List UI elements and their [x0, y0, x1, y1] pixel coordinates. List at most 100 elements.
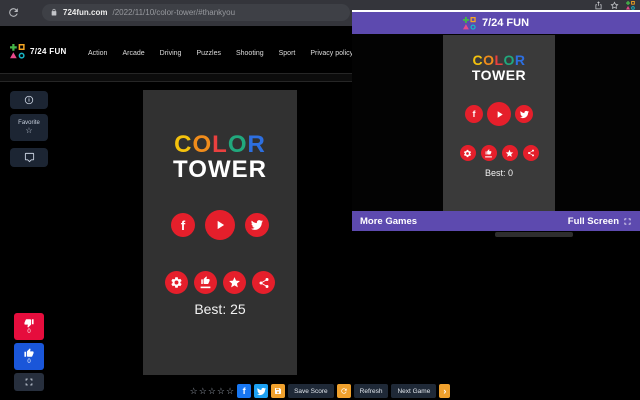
toolbar-facebook-button[interactable]: f	[237, 384, 252, 398]
info-icon	[24, 95, 34, 105]
title-letter: O	[192, 131, 213, 158]
url-path: /2022/11/10/color-tower/#thankyou	[112, 8, 236, 17]
like-count: 0	[27, 359, 31, 365]
nav-item-driving[interactable]: Driving	[160, 50, 182, 57]
star-icon	[505, 149, 514, 157]
next-game-arrow-button[interactable]: ›	[439, 384, 451, 398]
twitter-button[interactable]	[515, 105, 533, 123]
next-game-button[interactable]: Next Game	[391, 384, 437, 398]
rating-star-icon[interactable]: ☆	[217, 384, 225, 398]
extension-724fun-icon[interactable]	[626, 1, 635, 10]
nav-item-privacy-policy[interactable]: Privacy policy	[310, 50, 353, 57]
rating-star-icon[interactable]: ☆	[226, 384, 234, 398]
popup-game-frame: COLOR TOWER f Best: 0	[443, 35, 555, 211]
nav-item-action[interactable]: Action	[88, 50, 107, 57]
share-game-button[interactable]	[252, 271, 275, 294]
popup-options-row	[443, 145, 555, 161]
twitter-button[interactable]	[245, 213, 269, 237]
popup-best-score: Best: 0	[484, 168, 513, 178]
popup-social-row: f	[443, 102, 555, 126]
settings-button[interactable]	[165, 271, 188, 294]
extension-popup: 7/24 FUN COLOR TOWER f Best: 0 More Game…	[352, 10, 640, 231]
url-domain: 724fun.com	[63, 8, 108, 17]
title-letter: O	[503, 52, 515, 68]
popup-game-title-tower: TOWER	[471, 67, 527, 83]
play-icon	[497, 110, 503, 118]
title-letter: R	[247, 131, 266, 158]
title-letter: C	[472, 52, 484, 68]
rating-stars: ☆ ☆ ☆ ☆ ☆	[190, 384, 234, 398]
facebook-icon: f	[472, 108, 476, 119]
play-button[interactable]	[205, 210, 235, 240]
screen: 724fun.com/2022/11/10/color-tower/#thank…	[0, 0, 640, 400]
nav-item-arcade[interactable]: Arcade	[122, 50, 144, 57]
chevron-right-icon: ›	[443, 385, 447, 396]
popup-game-title: COLOR TOWER	[443, 53, 555, 83]
toolbar-twitter-button[interactable]	[254, 384, 269, 398]
nav-item-shooting[interactable]: Shooting	[236, 50, 264, 57]
popup-shadow-bar	[495, 232, 573, 237]
nav-item-sport[interactable]: Sport	[279, 50, 296, 57]
gear-icon	[463, 149, 472, 157]
facebook-button[interactable]: f	[465, 105, 483, 123]
comment-button[interactable]	[10, 148, 48, 167]
title-letter: O	[227, 131, 248, 158]
nav-item-puzzles[interactable]: Puzzles	[196, 50, 221, 57]
leaderboard-button[interactable]	[480, 145, 497, 161]
browser-actions	[594, 1, 635, 10]
bookmark-star-icon[interactable]	[610, 1, 619, 10]
facebook-button[interactable]: f	[171, 213, 195, 237]
game-frame: COLOR TOWER f Best: 25	[143, 90, 297, 375]
info-button[interactable]	[10, 91, 48, 109]
site-logo-icon	[10, 44, 25, 59]
share-icon[interactable]	[594, 1, 603, 10]
site-logo[interactable]: 7/24 FUN	[10, 44, 67, 59]
favorite-button[interactable]: Favorite ☆	[10, 114, 48, 141]
rating-star-icon[interactable]: ☆	[199, 384, 207, 398]
dislike-button[interactable]: 0	[14, 313, 44, 340]
share-game-button[interactable]	[522, 145, 539, 161]
share-nodes-icon	[259, 277, 268, 288]
popup-body: COLOR TOWER f Best: 0	[352, 34, 640, 211]
facebook-icon: f	[180, 217, 186, 233]
game-social-row: f	[143, 210, 297, 240]
refresh-icon	[340, 388, 347, 394]
facebook-icon: f	[242, 385, 246, 396]
like-button[interactable]: 0	[14, 343, 44, 370]
rate-button[interactable]	[223, 271, 246, 294]
popup-header: 7/24 FUN	[352, 12, 640, 34]
save-icon	[275, 388, 282, 394]
settings-button[interactable]	[459, 145, 476, 161]
address-bar[interactable]: 724fun.com/2022/11/10/color-tower/#thank…	[42, 4, 350, 21]
leaderboard-icon	[485, 148, 492, 157]
reload-icon-glyph	[9, 8, 18, 17]
full-screen-link[interactable]: Full Screen	[568, 216, 632, 227]
rating-star-icon[interactable]: ☆	[190, 384, 198, 398]
play-button[interactable]	[487, 102, 511, 126]
leaderboard-icon	[200, 276, 211, 289]
game-options-row	[143, 271, 297, 294]
popup-brand: 7/24 FUN	[481, 17, 530, 29]
expand-icon	[624, 218, 631, 224]
refresh-button[interactable]: Refresh	[353, 384, 389, 398]
rating-star-icon[interactable]: ☆	[208, 384, 216, 398]
thumbs-down-icon	[24, 319, 34, 328]
reload-icon[interactable]	[7, 6, 20, 19]
save-icon-button[interactable]	[271, 384, 286, 398]
popup-game-title-color: COLOR	[443, 53, 555, 68]
comment-icon	[24, 152, 34, 163]
game-title-tower: TOWER	[173, 156, 267, 183]
best-score: Best: 25	[194, 301, 246, 317]
refresh-icon-button[interactable]	[336, 384, 351, 398]
game-title-color: COLOR	[143, 132, 297, 157]
title-letter: O	[483, 52, 495, 68]
main-nav: Action Arcade Driving Puzzles Shooting S…	[88, 50, 353, 57]
rate-button[interactable]	[501, 145, 518, 161]
more-games-link[interactable]: More Games	[360, 216, 417, 227]
bottom-toolbar: ☆ ☆ ☆ ☆ ☆ f Save Score Refresh Next Game ›	[0, 384, 640, 398]
leaderboard-button[interactable]	[194, 271, 217, 294]
star-icon	[229, 277, 240, 288]
popup-logo-icon	[462, 16, 476, 30]
play-icon	[217, 220, 225, 230]
save-score-button[interactable]: Save Score	[288, 384, 334, 398]
